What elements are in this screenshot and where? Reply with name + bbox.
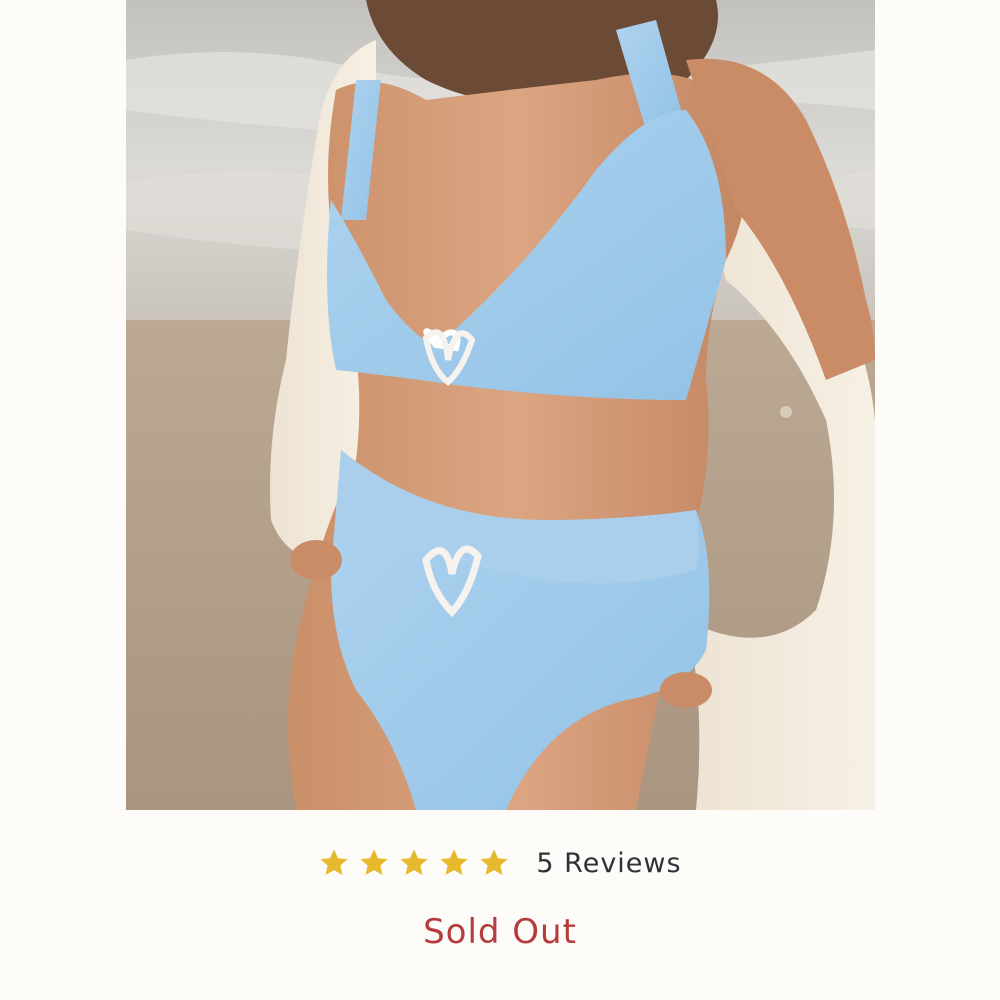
star-rating	[318, 847, 510, 879]
product-image[interactable]	[126, 0, 875, 810]
star-icon	[320, 849, 349, 875]
star-icon	[440, 849, 469, 875]
reviews-link[interactable]: 5 Reviews	[536, 848, 681, 879]
star-icon	[480, 849, 509, 875]
star-icon	[360, 849, 389, 875]
sold-out-label: Sold Out	[423, 912, 577, 952]
star-icon	[400, 849, 429, 875]
rating-row: 5 Reviews	[0, 838, 1000, 888]
product-card: 5 Reviews Sold Out	[0, 0, 1000, 1000]
product-photo-illustration	[126, 0, 875, 810]
